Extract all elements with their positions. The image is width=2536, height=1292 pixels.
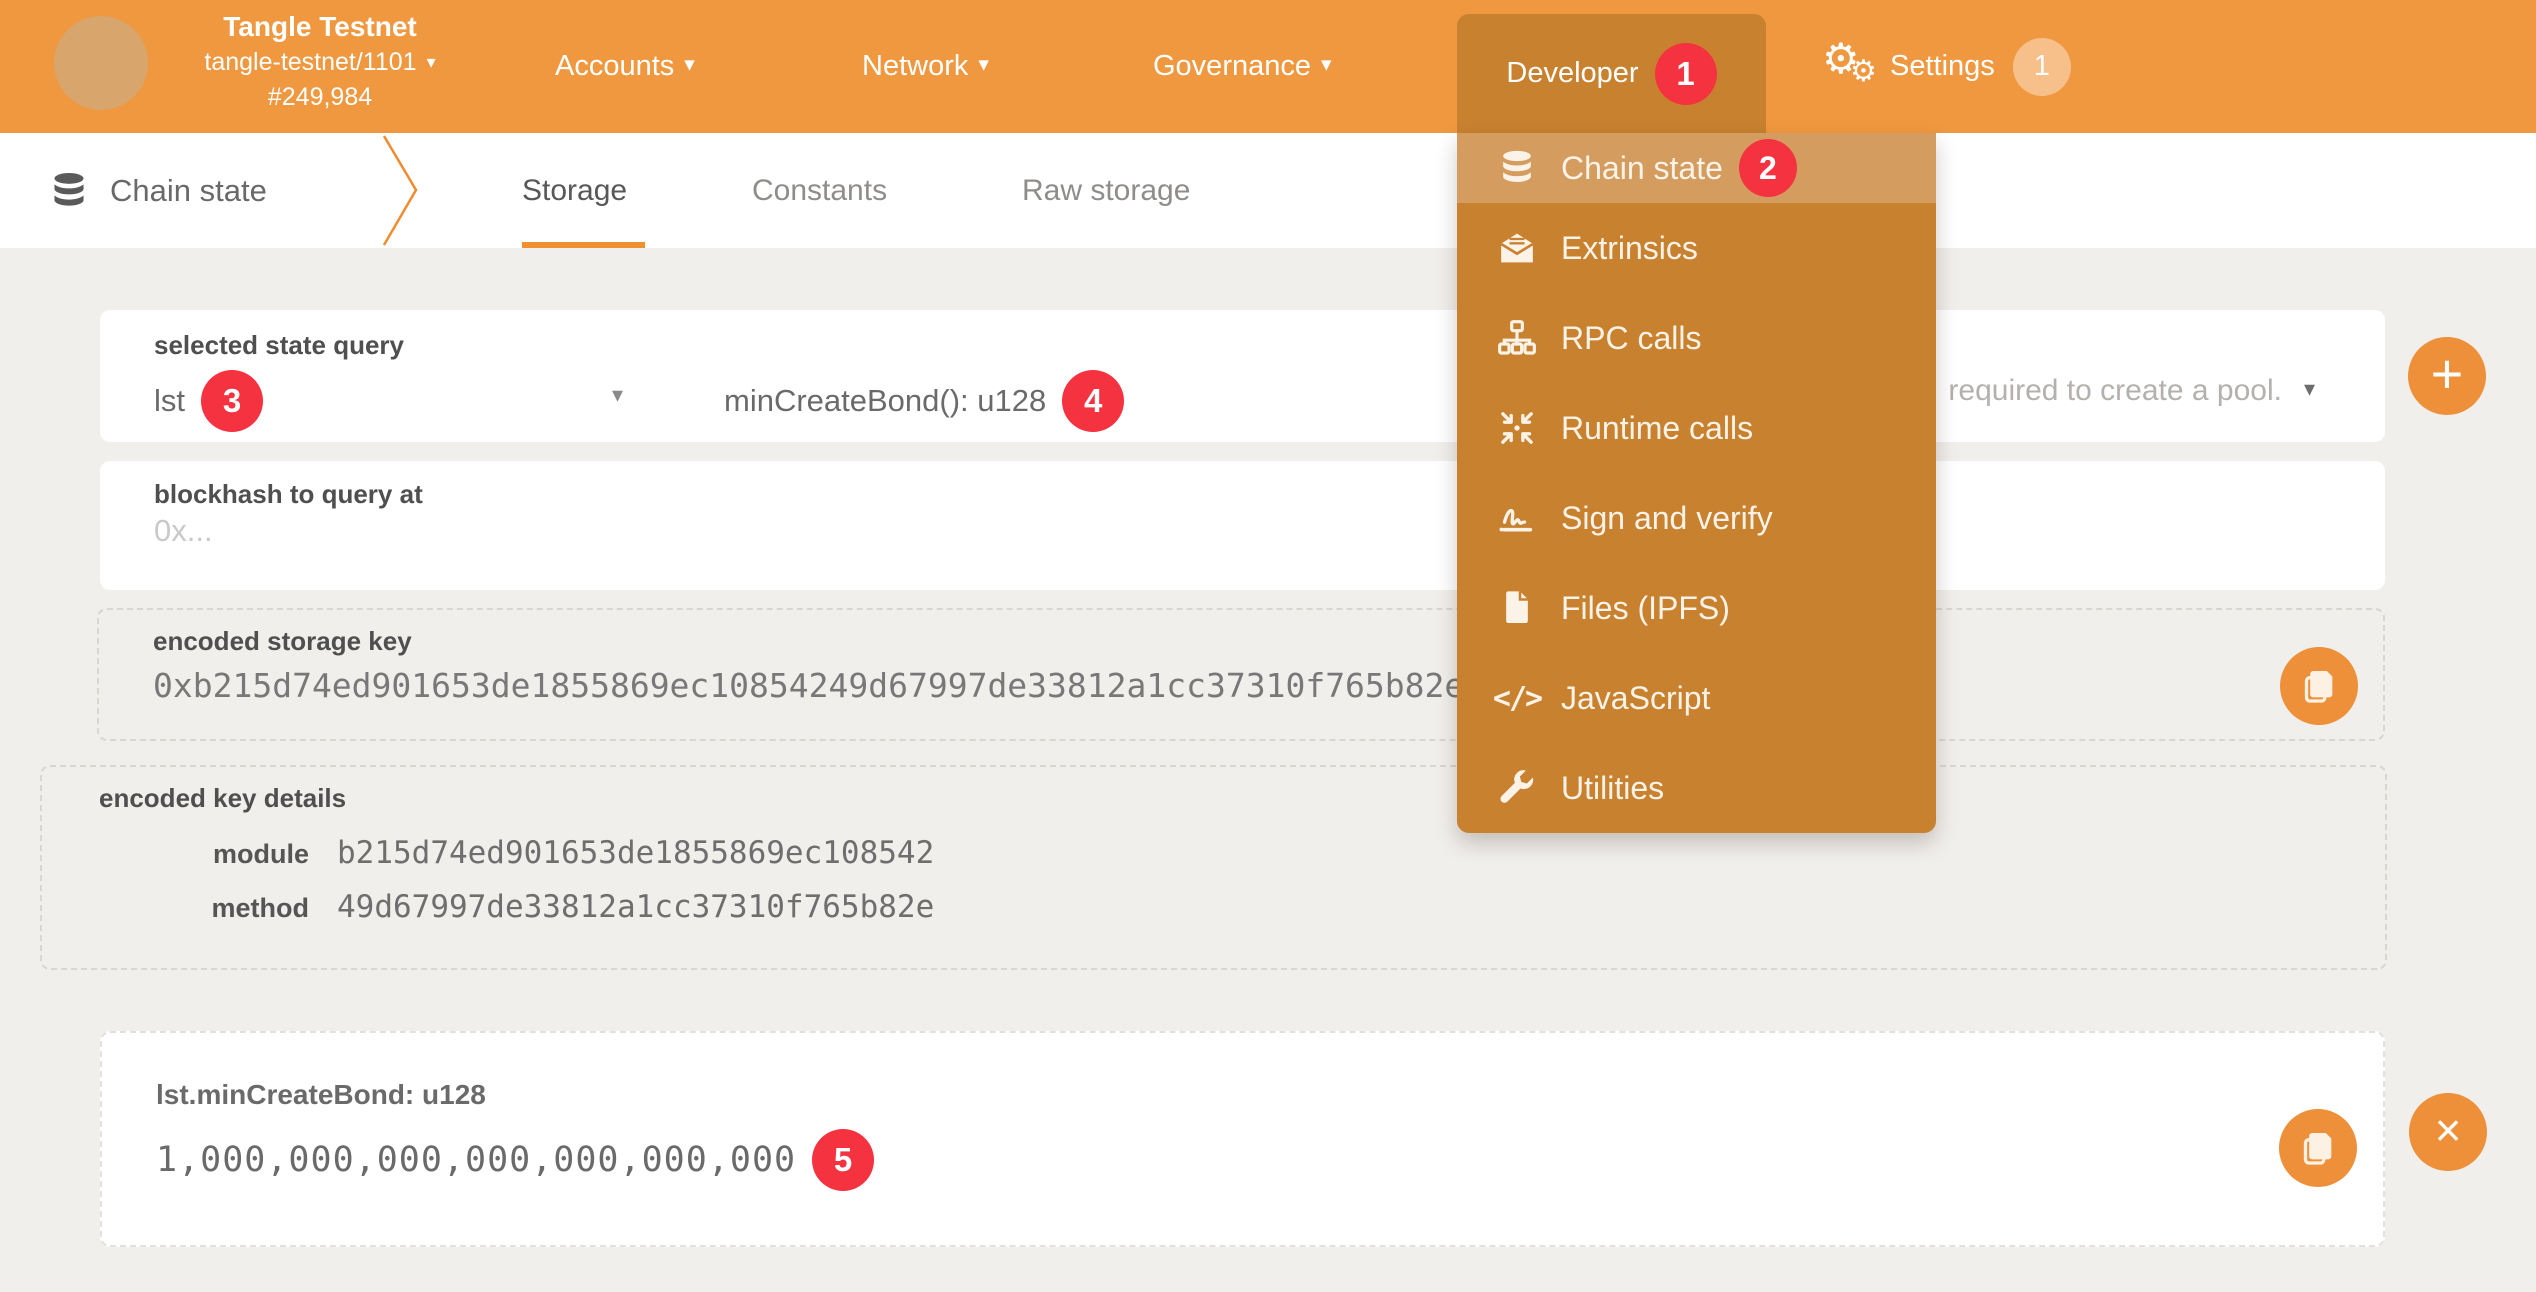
result-step-badge: 5: [812, 1129, 874, 1191]
method-step-badge: 4: [1062, 370, 1124, 432]
network-logo[interactable]: [54, 16, 148, 110]
pallet-step-badge: 3: [201, 370, 263, 432]
method-select[interactable]: minCreateBond(): u128 4: [724, 370, 1124, 432]
database-icon: [48, 170, 90, 212]
menu-item-sign-verify[interactable]: Sign and verify: [1457, 473, 1936, 563]
method-help-text: required to create a pool.: [1948, 374, 2282, 408]
developer-step-badge: 1: [1655, 43, 1717, 105]
signature-icon: [1495, 498, 1539, 538]
caret-down-icon: ▾: [427, 46, 436, 79]
encoded-key-label: encoded storage key: [153, 626, 412, 657]
database-icon: [1495, 148, 1539, 188]
nav-accounts[interactable]: Accounts▾: [555, 0, 695, 133]
active-tab-underline: [522, 242, 645, 248]
selected-query-label: selected state query: [154, 330, 404, 361]
nav-network[interactable]: Network▾: [862, 0, 989, 133]
chain-state-step-badge: 2: [1739, 139, 1797, 197]
copy-result-button[interactable]: [2279, 1109, 2357, 1187]
envelope-icon: [1495, 228, 1539, 268]
caret-down-icon: ▾: [2304, 376, 2315, 402]
query-result-card: lst.minCreateBond: u128 1,000,000,000,00…: [100, 1031, 2385, 1247]
menu-item-rpc-calls[interactable]: RPC calls: [1457, 293, 1936, 383]
copy-key-button[interactable]: [2280, 647, 2358, 725]
method-hash-label: method: [99, 893, 309, 924]
caret-down-icon: ▾: [684, 52, 694, 77]
state-query-card: selected state query lst 3 ▾ minCreateBo…: [100, 310, 2385, 442]
module-label: module: [99, 839, 309, 870]
gears-icon: ⚙⚙: [1822, 38, 1880, 96]
menu-item-runtime-calls[interactable]: Runtime calls: [1457, 383, 1936, 473]
module-value: b215d74ed901653de1855869ec108542: [337, 835, 934, 871]
nav-settings[interactable]: ⚙⚙ Settings 1: [1822, 0, 2071, 133]
menu-item-chain-state[interactable]: Chain state 2: [1457, 133, 1936, 203]
section-tabbar: Chain state Storage Constants Raw storag…: [0, 133, 2536, 248]
menu-item-javascript[interactable]: </> JavaScript: [1457, 653, 1936, 743]
plus-icon: +: [2431, 341, 2464, 406]
sitemap-icon: [1495, 318, 1539, 358]
top-header: Tangle Testnet tangle-testnet/1101▾ #249…: [0, 0, 2536, 133]
best-block-number: #249,984: [160, 81, 480, 114]
menu-item-files-ipfs[interactable]: Files (IPFS): [1457, 563, 1936, 653]
file-icon: [1495, 588, 1539, 628]
code-icon: </>: [1495, 678, 1539, 718]
compress-arrows-icon: [1495, 408, 1539, 448]
module-row: module b215d74ed901653de1855869ec108542: [99, 835, 934, 871]
pallet-select[interactable]: lst 3: [154, 370, 263, 432]
wrench-icon: [1495, 768, 1539, 808]
nav-developer[interactable]: Developer 1: [1457, 14, 1766, 133]
page-title: Chain state: [110, 173, 267, 209]
section-divider-chevron: [378, 133, 420, 248]
method-hash-value: 49d67997de33812a1cc37310f765b82e: [337, 889, 934, 925]
network-name: Tangle Testnet: [160, 8, 480, 46]
encoded-key-value: 0xb215d74ed901653de1855869ec10854249d679…: [153, 666, 1463, 705]
copy-icon: [2299, 666, 2339, 706]
encoded-storage-key-panel: encoded storage key 0xb215d74ed901653de1…: [97, 608, 2385, 741]
section-title-block[interactable]: Chain state: [48, 133, 267, 248]
menu-item-utilities[interactable]: Utilities: [1457, 743, 1936, 833]
blockhash-input[interactable]: [154, 513, 1354, 549]
encoded-key-details-panel: encoded key details module b215d74ed9016…: [40, 765, 2387, 970]
close-icon: ×: [2435, 1103, 2462, 1157]
tab-raw-storage[interactable]: Raw storage: [1022, 133, 1190, 248]
blockhash-card: blockhash to query at: [100, 461, 2385, 590]
menu-item-extrinsics[interactable]: Extrinsics: [1457, 203, 1936, 293]
caret-down-icon: ▾: [1321, 52, 1331, 77]
nav-governance[interactable]: Governance▾: [1153, 0, 1331, 133]
copy-icon: [2298, 1128, 2338, 1168]
settings-count-badge: 1: [2013, 38, 2071, 96]
network-spec: tangle-testnet/1101▾: [160, 46, 480, 81]
key-details-label: encoded key details: [99, 783, 346, 814]
caret-down-icon[interactable]: ▾: [612, 382, 623, 408]
remove-result-button[interactable]: ×: [2409, 1093, 2487, 1171]
network-info[interactable]: Tangle Testnet tangle-testnet/1101▾ #249…: [160, 8, 480, 114]
blockhash-label: blockhash to query at: [154, 479, 423, 510]
result-value: 1,000,000,000,000,000,000,000: [156, 1140, 796, 1180]
result-row: 1,000,000,000,000,000,000,000 5: [156, 1129, 874, 1191]
add-query-button[interactable]: +: [2408, 337, 2486, 415]
pallet-value: lst: [154, 383, 185, 419]
caret-down-icon: ▾: [978, 52, 988, 77]
developer-dropdown-menu: Chain state 2 Extrinsics RPC calls Runti…: [1457, 133, 1936, 833]
tab-storage[interactable]: Storage: [522, 133, 627, 248]
method-hash-row: method 49d67997de33812a1cc37310f765b82e: [99, 889, 934, 925]
result-label: lst.minCreateBond: u128: [156, 1079, 486, 1111]
method-help[interactable]: required to create a pool. ▾: [1948, 374, 2315, 408]
method-value: minCreateBond(): u128: [724, 383, 1046, 419]
tab-constants[interactable]: Constants: [752, 133, 887, 248]
